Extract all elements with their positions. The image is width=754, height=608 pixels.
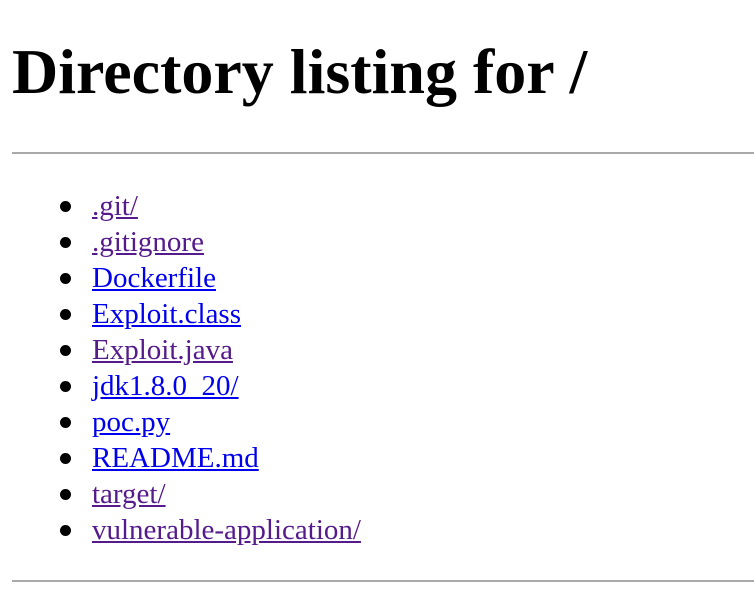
bottom-divider — [12, 580, 754, 582]
list-item: .gitignore — [60, 224, 361, 260]
bullet-icon — [60, 309, 71, 320]
file-link[interactable]: vulnerable-application/ — [92, 514, 361, 546]
bullet-icon — [60, 525, 71, 536]
file-link[interactable]: poc.py — [92, 406, 170, 438]
file-link[interactable]: target/ — [92, 478, 166, 510]
file-link[interactable]: Exploit.java — [92, 334, 233, 366]
list-item: Dockerfile — [60, 260, 361, 296]
bullet-icon — [60, 345, 71, 356]
file-link[interactable]: Exploit.class — [92, 298, 241, 330]
bullet-icon — [60, 201, 71, 212]
file-list: .git/ .gitignore Dockerfile Exploit.clas… — [60, 188, 361, 548]
bullet-icon — [60, 453, 71, 464]
file-link[interactable]: Dockerfile — [92, 262, 216, 294]
file-link[interactable]: .gitignore — [92, 226, 204, 258]
list-item: vulnerable-application/ — [60, 512, 361, 548]
list-item: Exploit.java — [60, 332, 361, 368]
file-link[interactable]: README.md — [92, 442, 259, 474]
bullet-icon — [60, 489, 71, 500]
file-link[interactable]: .git/ — [92, 190, 138, 222]
top-divider — [12, 152, 754, 154]
list-item: poc.py — [60, 404, 361, 440]
file-link[interactable]: jdk1.8.0_20/ — [92, 370, 239, 402]
list-item: README.md — [60, 440, 361, 476]
bullet-icon — [60, 381, 71, 392]
page-title: Directory listing for / — [12, 36, 588, 107]
list-item: Exploit.class — [60, 296, 361, 332]
list-item: jdk1.8.0_20/ — [60, 368, 361, 404]
bullet-icon — [60, 237, 71, 248]
list-item: target/ — [60, 476, 361, 512]
list-item: .git/ — [60, 188, 361, 224]
bullet-icon — [60, 417, 71, 428]
bullet-icon — [60, 273, 71, 284]
